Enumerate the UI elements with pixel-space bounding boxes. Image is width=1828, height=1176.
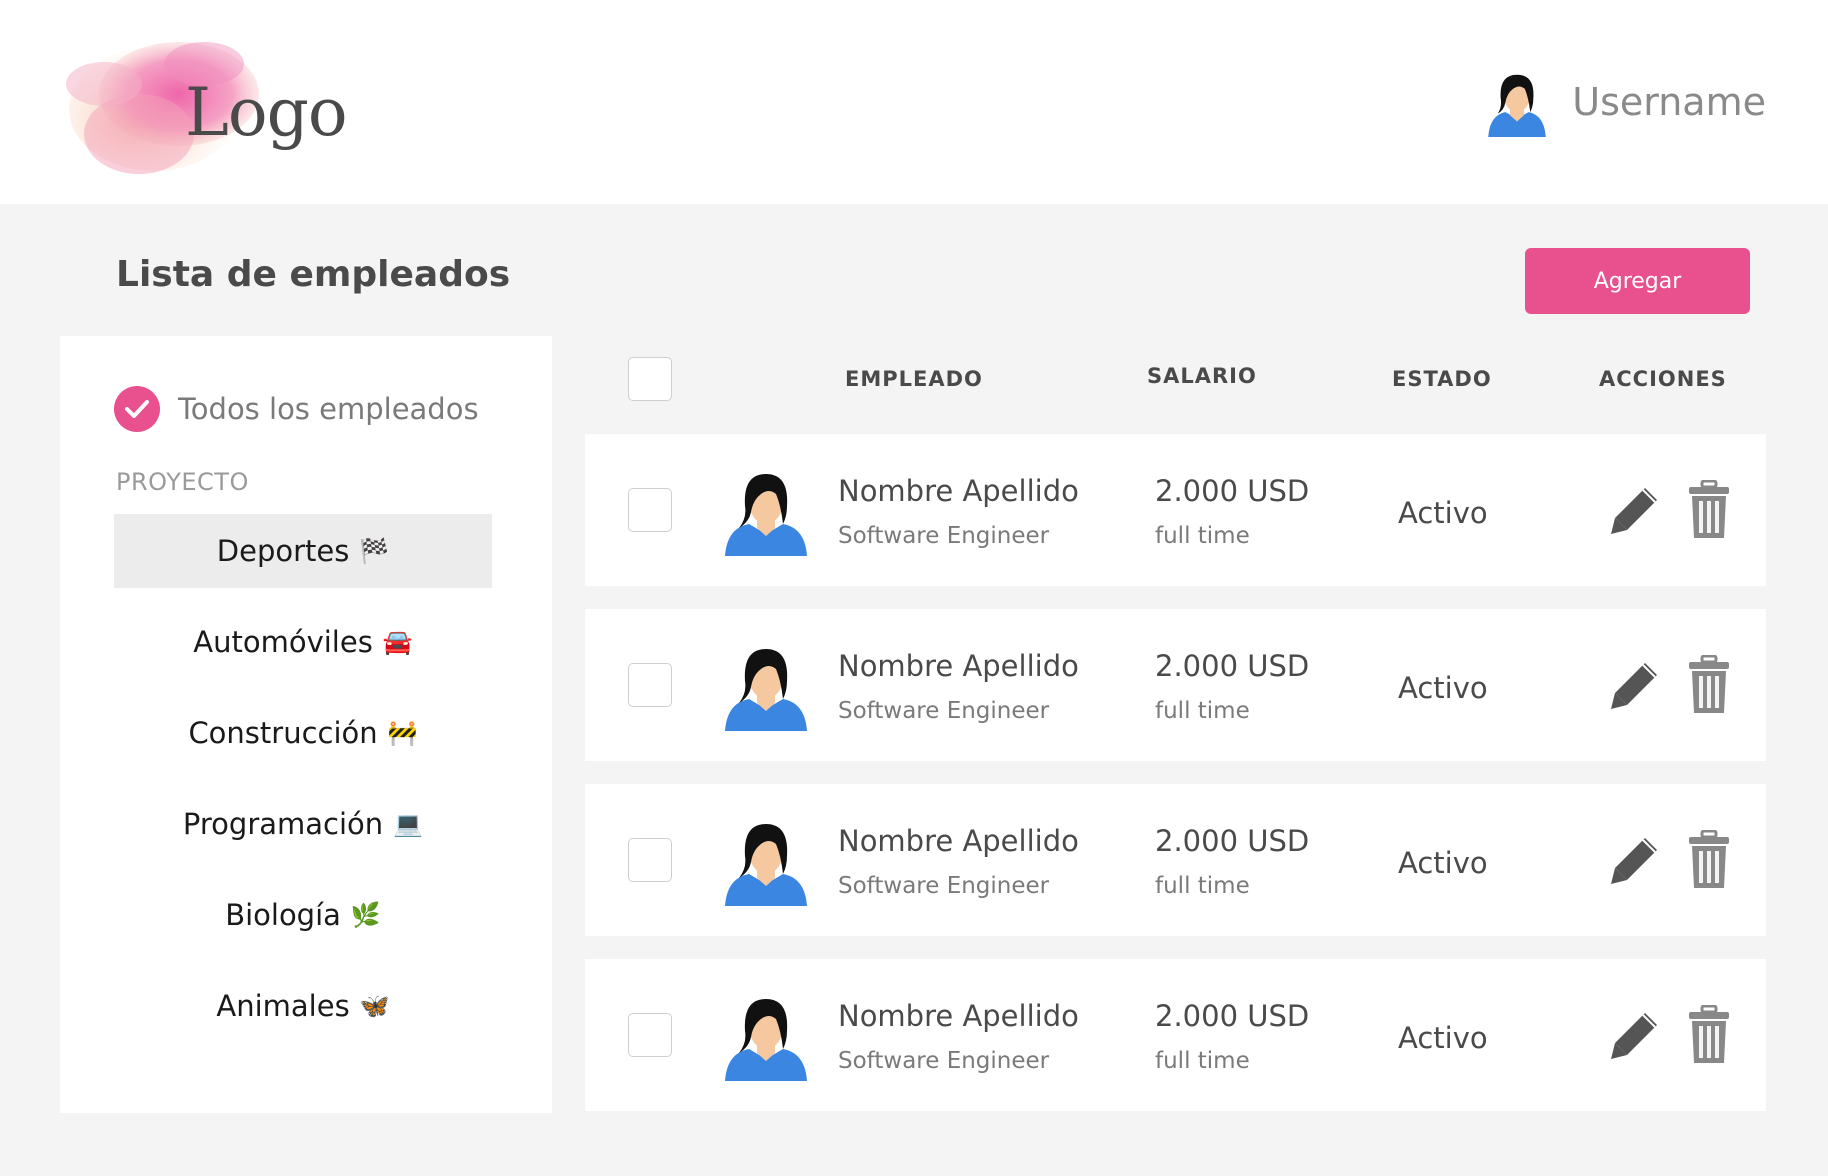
edit-button[interactable] [1609,834,1661,886]
sidebar: Todos los empleados PROYECTO Deportes 🏁 … [60,336,552,1113]
construction-icon: 🚧 [387,719,418,747]
pencil-icon [1611,838,1657,884]
project-item-programacion[interactable]: Programación 💻 [114,787,492,861]
user-menu[interactable]: Username [1482,62,1766,142]
page-title: Lista de empleados [116,254,511,295]
column-header-estado: ESTADO [1392,367,1492,391]
filter-all-employees[interactable]: Todos los empleados [114,386,479,432]
edit-button[interactable] [1609,1009,1661,1061]
project-item-label: Automóviles [193,625,373,659]
employee-role: Software Engineer [838,873,1050,899]
leaf-icon: 🌿 [350,901,381,929]
employee-status: Activo [1398,846,1488,880]
row-checkbox[interactable] [628,663,672,707]
username: Username [1572,80,1766,124]
table-row: Nombre Apellido Software Engineer 2.000 … [585,784,1766,936]
employee-salary-type: full time [1155,873,1250,899]
butterfly-icon: 🦋 [359,992,390,1020]
checkered-flag-icon: 🏁 [359,537,390,565]
project-item-label: Deportes [216,534,350,568]
delete-button[interactable] [1687,654,1731,715]
select-all-checkbox[interactable] [628,357,672,401]
delete-button[interactable] [1687,479,1731,540]
logo[interactable]: Logo [44,24,364,184]
project-item-automoviles[interactable]: Automóviles 🚘 [114,605,492,679]
delete-button[interactable] [1687,1004,1731,1065]
employee-avatar-icon [725,649,807,731]
column-header-salario: SALARIO [1147,364,1257,388]
employee-salary: 2.000 USD [1155,649,1310,683]
edit-button[interactable] [1609,659,1661,711]
row-checkbox[interactable] [628,1013,672,1057]
laptop-icon: 💻 [393,810,424,838]
employee-role: Software Engineer [838,698,1050,724]
project-list: Deportes 🏁 Automóviles 🚘 Construcción 🚧 … [114,514,492,1060]
project-item-construccion[interactable]: Construcción 🚧 [114,696,492,770]
project-item-animales[interactable]: Animales 🦋 [114,969,492,1043]
employee-salary: 2.000 USD [1155,474,1310,508]
table-row: Nombre Apellido Software Engineer 2.000 … [585,959,1766,1111]
pencil-icon [1611,663,1657,709]
employee-status: Activo [1398,671,1488,705]
filter-all-label: Todos los empleados [178,392,479,426]
row-checkbox[interactable] [628,488,672,532]
employee-status: Activo [1398,1021,1488,1055]
project-item-label: Animales [216,989,350,1023]
employee-avatar-icon [725,824,807,906]
employee-salary-type: full time [1155,523,1250,549]
employee-status: Activo [1398,496,1488,530]
project-item-label: Biología [225,898,341,932]
employee-name: Nombre Apellido [838,474,1079,508]
column-header-empleado: EMPLEADO [845,367,983,391]
trash-icon [1689,1004,1729,1063]
employee-role: Software Engineer [838,523,1050,549]
employee-avatar-icon [725,999,807,1081]
employee-avatar-icon [725,474,807,556]
employee-name: Nombre Apellido [838,999,1079,1033]
pencil-icon [1611,1013,1657,1059]
trash-icon [1689,654,1729,713]
table-row: Nombre Apellido Software Engineer 2.000 … [585,609,1766,761]
project-section-label: PROYECTO [116,468,249,496]
project-item-deportes[interactable]: Deportes 🏁 [114,514,492,588]
logo-text: Logo [185,74,348,151]
project-item-biologia[interactable]: Biología 🌿 [114,878,492,952]
column-header-acciones: ACCIONES [1599,367,1727,391]
user-avatar-icon [1488,74,1547,137]
employee-name: Nombre Apellido [838,649,1079,683]
top-header: Logo Username [0,0,1828,204]
project-item-label: Construcción [188,716,378,750]
employee-salary-type: full time [1155,1048,1250,1074]
edit-button[interactable] [1609,484,1661,536]
employee-salary: 2.000 USD [1155,999,1310,1033]
trash-icon [1689,829,1729,888]
employee-salary: 2.000 USD [1155,824,1310,858]
add-employee-button[interactable]: Agregar [1525,248,1750,314]
employee-name: Nombre Apellido [838,824,1079,858]
pencil-icon [1611,488,1657,534]
delete-button[interactable] [1687,829,1731,890]
trash-icon [1689,479,1729,538]
row-checkbox[interactable] [628,838,672,882]
table-row: Nombre Apellido Software Engineer 2.000 … [585,434,1766,586]
employee-salary-type: full time [1155,698,1250,724]
car-icon: 🚘 [382,628,413,656]
employee-role: Software Engineer [838,1048,1050,1074]
project-item-label: Programación [182,807,384,841]
check-icon [114,386,160,432]
